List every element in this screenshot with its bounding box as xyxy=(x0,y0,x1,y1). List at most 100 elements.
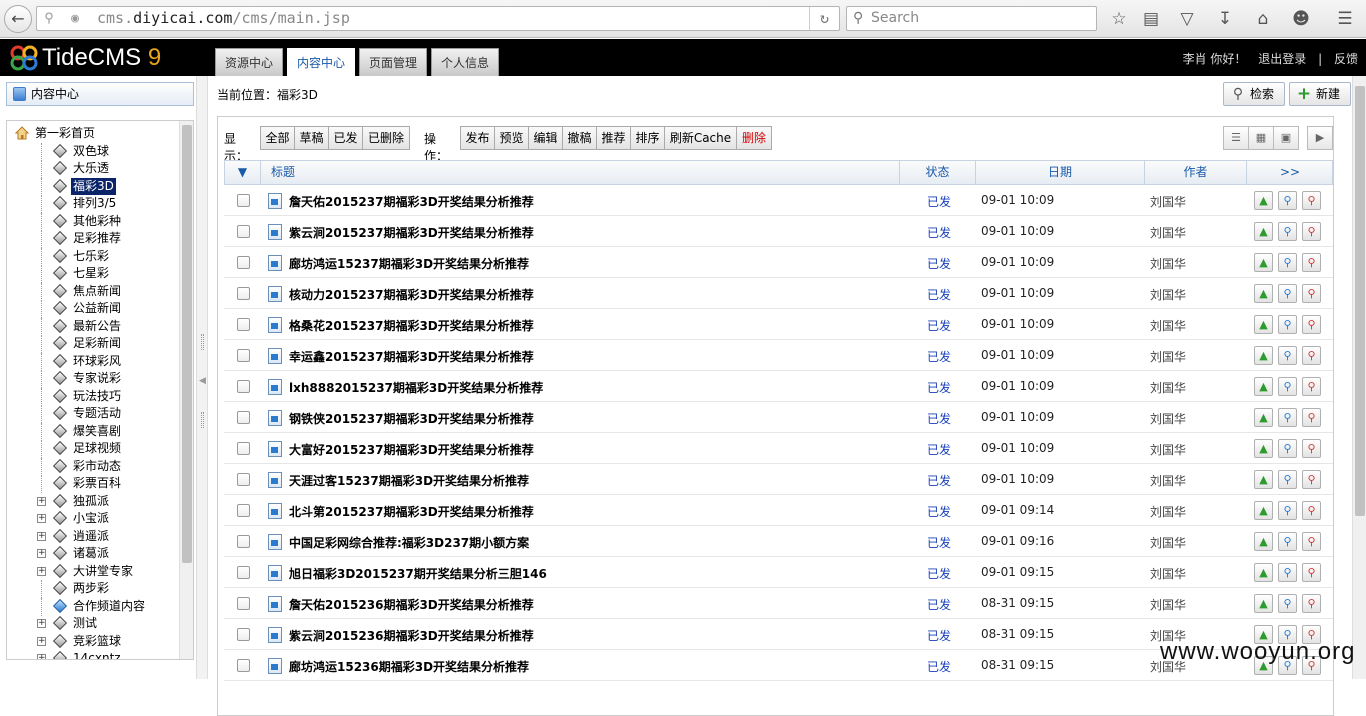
table-row[interactable]: 廊坊鸿运15237期福彩3D开奖结果分析推荐 已发 09-01 10:09 刘国华 ▲ ⚲… xyxy=(224,247,1333,278)
tree-node[interactable]: + 逍遥派 xyxy=(7,528,179,546)
tree-node[interactable]: 玩法技巧 xyxy=(7,387,179,406)
url-bar[interactable]: ⚲ ◉ cms.diyicai.com/cms/main.jsp ↻ xyxy=(36,6,840,31)
next-arrow-icon[interactable]: ▶ xyxy=(1307,126,1333,150)
table-row[interactable]: 北斗第2015237期福彩3D开奖结果分析推荐 已发 09-01 09:14 刘国华 ▲… xyxy=(224,495,1333,526)
move-up-icon[interactable]: ▲ xyxy=(1254,594,1273,613)
list-view-icon[interactable]: ☰ xyxy=(1223,126,1249,150)
row-title[interactable]: 紫云涧2015236期福彩3D开奖结果分析推荐 xyxy=(289,627,534,644)
menu-icon[interactable]: ☰ xyxy=(1334,8,1356,30)
row-delete-icon[interactable]: ⚲ xyxy=(1302,222,1321,241)
move-up-icon[interactable]: ▲ xyxy=(1254,315,1273,334)
tree-node[interactable]: 两步彩 xyxy=(7,580,179,598)
bookmark-star-icon[interactable]: ☆ xyxy=(1108,8,1130,30)
tree-node[interactable]: 其他彩种 xyxy=(7,212,179,231)
row-checkbox[interactable] xyxy=(237,442,250,455)
preview-icon[interactable]: ⚲ xyxy=(1278,470,1297,489)
column-status[interactable]: 状态 xyxy=(900,161,976,184)
sort-button[interactable]: 排序 xyxy=(630,126,665,150)
row-checkbox[interactable] xyxy=(237,256,250,269)
reading-list-icon[interactable]: ▤ xyxy=(1140,8,1162,30)
table-row[interactable]: 大富好2015237期福彩3D开奖结果分析推荐 已发 09-01 10:09 刘国华 ▲… xyxy=(224,433,1333,464)
row-title[interactable]: 钢铁侠2015237期福彩3D开奖结果分析推荐 xyxy=(289,410,534,427)
tree-node[interactable]: 彩票百科 xyxy=(7,475,179,493)
expand-icon[interactable]: + xyxy=(37,654,46,659)
tree-node[interactable]: 排列3/5 xyxy=(7,195,179,213)
new-button[interactable]: + 新建 xyxy=(1289,82,1351,106)
filter-all-button[interactable]: 全部 xyxy=(260,126,295,150)
row-delete-icon[interactable]: ⚲ xyxy=(1302,253,1321,272)
tree-node[interactable]: 专家说彩 xyxy=(7,370,179,388)
column-title[interactable]: 标题 xyxy=(261,161,900,184)
row-delete-icon[interactable]: ⚲ xyxy=(1302,346,1321,365)
move-up-icon[interactable]: ▲ xyxy=(1254,439,1273,458)
column-date[interactable]: 日期 xyxy=(976,161,1145,184)
tree-node[interactable]: 足彩新闻 xyxy=(7,335,179,353)
tree-node[interactable]: 彩市动态 xyxy=(7,457,179,476)
tree-node[interactable]: 双色球 xyxy=(7,142,179,161)
search-button[interactable]: ⚲ 检索 xyxy=(1223,82,1285,106)
filter-deleted-button[interactable]: 已删除 xyxy=(362,126,410,150)
preview-icon[interactable]: ⚲ xyxy=(1278,253,1297,272)
logout-link[interactable]: 退出登录 xyxy=(1258,52,1306,66)
feedback-link[interactable]: 反馈 xyxy=(1334,52,1358,66)
move-up-icon[interactable]: ▲ xyxy=(1254,253,1273,272)
column-more[interactable]: >> xyxy=(1247,161,1333,184)
row-delete-icon[interactable]: ⚲ xyxy=(1302,377,1321,396)
tree-node[interactable]: + 竞彩篮球 xyxy=(7,633,179,651)
row-checkbox[interactable] xyxy=(237,504,250,517)
tree-node[interactable]: 足球视频 xyxy=(7,440,179,458)
tree-node[interactable]: + 小宝派 xyxy=(7,510,179,528)
pocket-icon[interactable]: ▽ xyxy=(1176,8,1198,30)
collapse-arrow-icon[interactable]: ◀ xyxy=(199,376,206,386)
table-row[interactable]: 钢铁侠2015237期福彩3D开奖结果分析推荐 已发 09-01 10:09 刘国华 ▲… xyxy=(224,402,1333,433)
tab-content-center[interactable]: 内容中心 xyxy=(287,48,355,76)
select-all-toggle-icon[interactable]: ▼ xyxy=(225,161,261,184)
tree-node[interactable]: + 测试 xyxy=(7,615,179,633)
row-title[interactable]: 格桑花2015237期福彩3D开奖结果分析推荐 xyxy=(289,317,534,334)
table-row[interactable]: 中国足彩网综合推荐:福彩3D237期小额方案 已发 09-01 09:16 刘国华 ▲ ⚲… xyxy=(224,526,1333,557)
expand-icon[interactable]: + xyxy=(37,531,46,541)
reload-icon[interactable]: ↻ xyxy=(809,7,839,30)
table-row[interactable]: 天涯过客15237期福彩3D开奖结果分析推荐 已发 09-01 10:09 刘国华 ▲ ⚲… xyxy=(224,464,1333,495)
row-title[interactable]: 廊坊鸿运15237期福彩3D开奖结果分析推荐 xyxy=(289,255,529,272)
tree-node[interactable]: 足彩推荐 xyxy=(7,230,179,248)
preview-icon[interactable]: ⚲ xyxy=(1278,439,1297,458)
table-row[interactable]: 核动力2015237期福彩3D开奖结果分析推荐 已发 09-01 10:09 刘国华 ▲… xyxy=(224,278,1333,309)
row-checkbox[interactable] xyxy=(237,380,250,393)
publish-button[interactable]: 发布 xyxy=(460,126,495,150)
tree-node[interactable]: 七乐彩 xyxy=(7,247,179,266)
row-delete-icon[interactable]: ⚲ xyxy=(1302,315,1321,334)
row-title[interactable]: 廊坊鸿运15236期福彩3D开奖结果分析推荐 xyxy=(289,658,529,675)
back-icon[interactable]: ← xyxy=(4,5,32,33)
row-title[interactable]: 詹天佑2015236期福彩3D开奖结果分析推荐 xyxy=(289,596,534,613)
row-delete-icon[interactable]: ⚲ xyxy=(1302,501,1321,520)
preview-icon[interactable]: ⚲ xyxy=(1278,501,1297,520)
preview-icon[interactable]: ⚲ xyxy=(1278,315,1297,334)
edit-button[interactable]: 编辑 xyxy=(528,126,563,150)
move-up-icon[interactable]: ▲ xyxy=(1254,222,1273,241)
expand-icon[interactable]: + xyxy=(37,496,46,506)
row-title[interactable]: 幸运鑫2015237期福彩3D开奖结果分析推荐 xyxy=(289,348,534,365)
row-title[interactable]: 大富好2015237期福彩3D开奖结果分析推荐 xyxy=(289,441,534,458)
filter-published-button[interactable]: 已发 xyxy=(328,126,363,150)
column-author[interactable]: 作者 xyxy=(1145,161,1247,184)
tree-scrollbar[interactable] xyxy=(179,121,193,659)
row-checkbox[interactable] xyxy=(237,287,250,300)
table-row[interactable]: 詹天佑2015237期福彩3D开奖结果分析推荐 已发 09-01 10:09 刘国华 ▲… xyxy=(224,185,1333,216)
expand-icon[interactable]: + xyxy=(37,636,46,646)
tree-node[interactable]: 环球彩风 xyxy=(7,352,179,371)
row-checkbox[interactable] xyxy=(237,535,250,548)
table-row[interactable]: 格桑花2015237期福彩3D开奖结果分析推荐 已发 09-01 10:09 刘国华 ▲… xyxy=(224,309,1333,340)
withdraw-button[interactable]: 撤稿 xyxy=(562,126,597,150)
row-delete-icon[interactable]: ⚲ xyxy=(1302,284,1321,303)
refresh-cache-button[interactable]: 刷新Cache xyxy=(664,126,737,150)
row-title[interactable]: 北斗第2015237期福彩3D开奖结果分析推荐 xyxy=(289,503,534,520)
table-row[interactable]: lxh8882015237期福彩3D开奖结果分析推荐 已发 09-01 10:09 刘… xyxy=(224,371,1333,402)
tree-node[interactable]: 最新公告 xyxy=(7,317,179,336)
download-icon[interactable]: ↧ xyxy=(1214,8,1236,30)
row-delete-icon[interactable]: ⚲ xyxy=(1302,594,1321,613)
tree-node[interactable]: + 大讲堂专家 xyxy=(7,563,179,581)
recommend-button[interactable]: 推荐 xyxy=(596,126,631,150)
move-up-icon[interactable]: ▲ xyxy=(1254,563,1273,582)
row-delete-icon[interactable]: ⚲ xyxy=(1302,191,1321,210)
